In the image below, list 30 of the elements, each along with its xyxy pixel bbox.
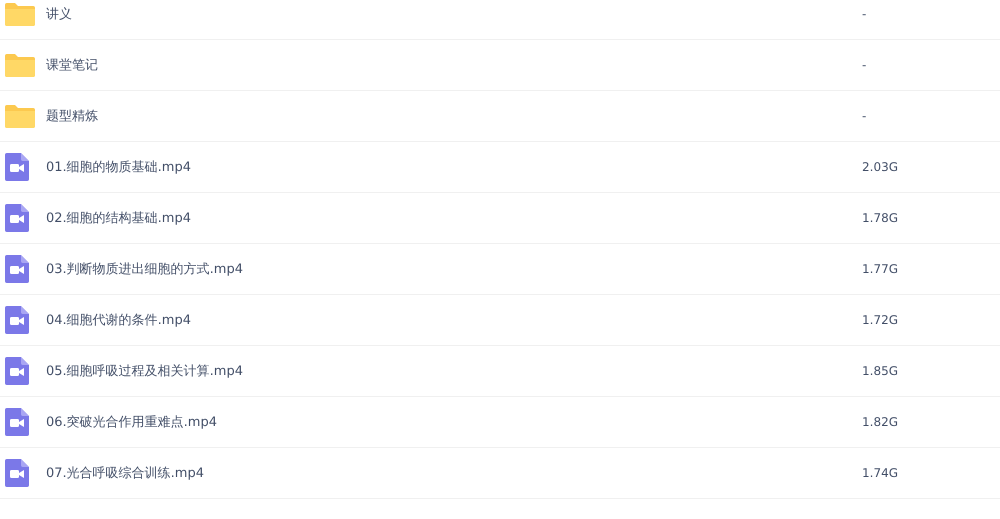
file-size: 1.72G [862, 313, 898, 327]
file-name[interactable]: 05.细胞呼吸过程及相关计算.mp4 [46, 362, 862, 380]
file-name[interactable]: 题型精炼 [46, 107, 862, 125]
file-name[interactable]: 课堂笔记 [46, 56, 862, 74]
file-size: 1.78G [862, 211, 898, 225]
file-size: 1.74G [862, 466, 898, 480]
folder-icon [5, 104, 35, 128]
file-name[interactable]: 06.突破光合作用重难点.mp4 [46, 413, 862, 431]
file-name[interactable]: 02.细胞的结构基础.mp4 [46, 209, 862, 227]
video-file-icon [5, 408, 29, 436]
file-size: 1.85G [862, 364, 898, 378]
file-size: - [862, 109, 866, 123]
file-name[interactable]: 07.光合呼吸综合训练.mp4 [46, 464, 862, 482]
folder-icon [5, 53, 35, 77]
video-file-icon [5, 255, 29, 283]
folder-icon [5, 2, 35, 26]
file-name[interactable]: 01.细胞的物质基础.mp4 [46, 158, 862, 176]
file-size: - [862, 58, 866, 72]
file-size: - [862, 7, 866, 21]
video-file-icon [5, 153, 29, 181]
video-file-icon [5, 306, 29, 334]
video-file-icon [5, 357, 29, 385]
file-size: 2.03G [862, 160, 898, 174]
video-file-icon [5, 204, 29, 232]
file-size: 1.77G [862, 262, 898, 276]
file-size: 1.82G [862, 415, 898, 429]
file-name[interactable]: 讲义 [46, 5, 862, 23]
file-name[interactable]: 04.细胞代谢的条件.mp4 [46, 311, 862, 329]
video-file-icon [5, 459, 29, 487]
file-name[interactable]: 03.判断物质进出细胞的方式.mp4 [46, 260, 862, 278]
